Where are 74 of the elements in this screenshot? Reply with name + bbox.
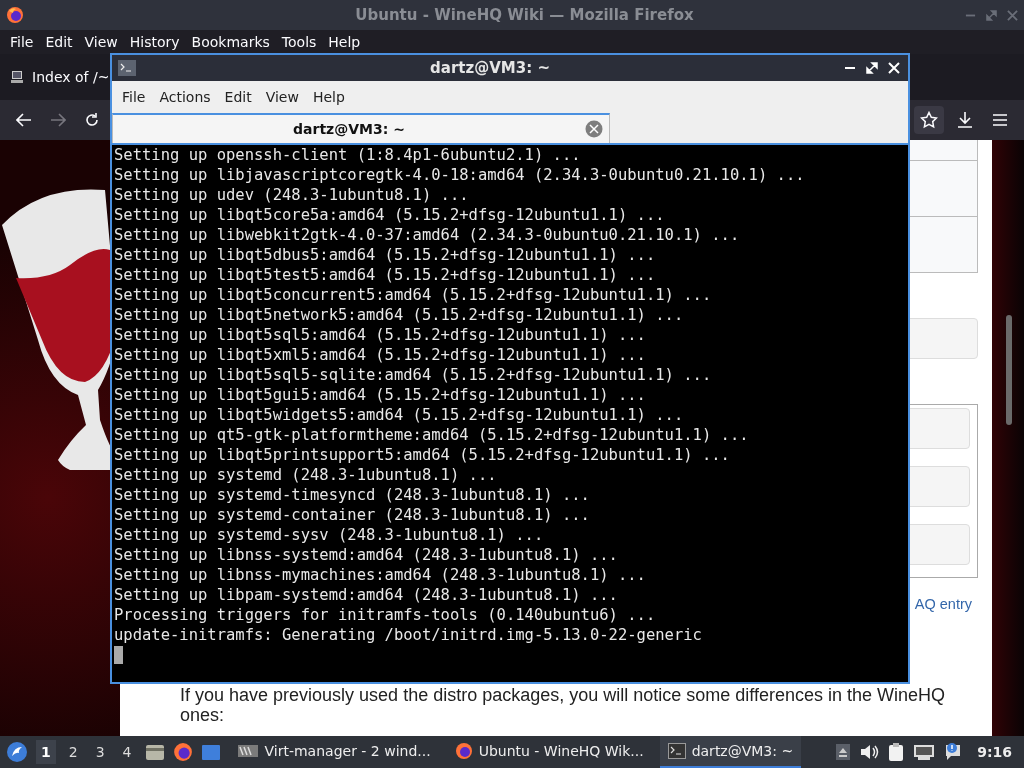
terminal-output-line: Setting up libqt5test5:amd64 (5.15.2+dfsg-12ubuntu1.1) ... (114, 265, 657, 285)
menu-item[interactable]: View (80, 32, 122, 52)
terminal-output-line: Setting up libqt5xml5:amd64 (5.15.2+dfsg-12ubuntu1.1) ... (114, 345, 647, 365)
computer-icon (10, 70, 24, 84)
terminal-output-line: Setting up libqt5widgets5:amd64 (5.15.2+dfsg-12ubuntu1.1) ... (114, 405, 685, 425)
terminal-output-line: Setting up libqt5dbus5:amd64 (5.15.2+dfsg-12ubuntu1.1) ... (114, 245, 657, 265)
window-title: Ubuntu - WineHQ Wiki — Mozilla Firefox (354, 6, 695, 24)
workspace-button[interactable]: 1 (36, 740, 56, 764)
terminal-tab[interactable]: dartz@VM3: ~ (112, 113, 610, 143)
menu-item[interactable]: History (125, 32, 184, 52)
taskbar-button[interactable]: Virt-manager - 2 wind... (228, 736, 439, 768)
folder-icon[interactable] (144, 743, 165, 761)
terminal-output-line: Setting up libnss-systemd:amd64 (248.3-1ubuntu8.1) ... (114, 545, 619, 565)
terminal-output-line: Setting up systemd-sysv (248.3-1ubuntu8.1) ... (114, 525, 545, 545)
terminal-output-line: Setting up udev (248.3-1ubuntu8.1) ... (114, 185, 470, 205)
firefox-logo-icon (6, 6, 24, 24)
menu-item[interactable]: File (116, 87, 152, 107)
terminal-output-line: Setting up libwebkit2gtk-4.0-37:amd64 (2.34.3-0ubuntu0.21.10.1) ... (114, 225, 741, 245)
paragraph: If you have previously used the distro packages, you will notice some differences in the WineHQ ones: (180, 685, 947, 725)
faq-link[interactable]: AQ entry (914, 596, 972, 612)
menu-item[interactable]: Help (324, 32, 365, 52)
menu-item[interactable]: Edit (41, 32, 77, 52)
workspace-button[interactable]: 4 (117, 740, 137, 764)
workspace-button[interactable]: 2 (63, 740, 83, 764)
reload-icon[interactable] (84, 112, 100, 128)
terminal-output-line: Setting up openssh-client (1:8.4p1-6ubuntu2.1) ... (114, 145, 582, 165)
workspace-button[interactable]: 3 (90, 740, 110, 764)
eject-icon[interactable] (835, 743, 852, 761)
terminal-output-line: Setting up libqt5concurrent5:amd64 (5.15.2+dfsg-12ubuntu1.1) ... (114, 285, 713, 305)
firefox-icon[interactable] (172, 742, 193, 762)
terminal-output-line: Setting up libqt5core5a:amd64 (5.15.2+dfsg-12ubuntu1.1) ... (114, 205, 666, 225)
taskbar-button[interactable]: dartz@VM3: ~ (659, 736, 802, 768)
menu-item[interactable]: View (259, 87, 305, 107)
terminal-output-line: Setting up libqt5sql5-sqlite:amd64 (5.15.2+dfsg-12ubuntu1.1) ... (114, 365, 713, 385)
terminal-icon (667, 743, 686, 759)
terminal-output-line: Setting up systemd (248.3-1ubuntu8.1) ... (114, 465, 498, 485)
start-menu-icon[interactable] (6, 741, 28, 763)
terminal-output-line: Setting up libpam-systemd:amd64 (248.3-1ubuntu8.1) ... (114, 585, 619, 605)
terminal-output-line: update-initramfs: Generating /boot/initrd.img-5.13.0-22-generic (114, 625, 703, 645)
close-tab-icon[interactable] (585, 120, 603, 138)
terminal-output-line: Setting up libjavascriptcoregtk-4.0-18:amd64 (2.34.3-0ubuntu0.21.10.1) ... (114, 165, 806, 185)
terminal-output-line: Setting up qt5-gtk-platformtheme:amd64 (5.15.2+dfsg-12ubuntu1.1) ... (114, 425, 750, 445)
window-title: dartz@VM3: ~ (429, 59, 551, 77)
forward-icon[interactable] (50, 113, 66, 127)
terminal-output-line: Setting up libqt5printsupport5:amd64 (5.15.2+dfsg-12ubuntu1.1) ... (114, 445, 731, 465)
menu-item[interactable]: Help (306, 87, 351, 107)
terminal-output-line: Setting up systemd-timesyncd (248.3-1ubuntu8.1) ... (114, 485, 591, 505)
virt-manager-icon (236, 744, 259, 758)
menu-item[interactable]: Tools (277, 32, 321, 52)
browser-tab[interactable]: Index of /~ (10, 69, 110, 85)
scrollbar-thumb[interactable] (1006, 315, 1012, 425)
terminal-output-line: Setting up libnss-mymachines:amd64 (248.3-1ubuntu8.1) ... (114, 565, 647, 585)
menu-item[interactable]: Actions (153, 87, 217, 107)
terminal-output-line: Processing triggers for initramfs-tools (0.140ubuntu6) ... (114, 605, 657, 625)
network-icon[interactable] (913, 743, 936, 761)
menu-item[interactable]: Bookmarks (187, 32, 274, 52)
terminal-output-line: Setting up systemd-container (248.3-1ubuntu8.1) ... (114, 505, 591, 525)
menu-item[interactable]: Edit (218, 87, 258, 107)
menu-item[interactable]: File (6, 32, 38, 52)
bookmark-star-button[interactable] (914, 106, 944, 134)
menu-icon[interactable] (992, 113, 1008, 127)
clipboard-icon[interactable] (887, 742, 906, 762)
volume-icon[interactable] (859, 743, 880, 761)
text-cursor (114, 646, 123, 664)
terminal-output-line: Setting up libqt5network5:amd64 (5.15.2+dfsg-12ubuntu1.1) ... (114, 305, 685, 325)
terminal-output-line: Setting up libqt5sql5:amd64 (5.15.2+dfsg-12ubuntu1.1) ... (114, 325, 647, 345)
clock: 9:16 (976, 744, 1013, 760)
back-icon[interactable] (16, 113, 32, 127)
terminal-output-line: Setting up libqt5gui5:amd64 (5.15.2+dfsg-12ubuntu1.1) ... (114, 385, 647, 405)
window-icon[interactable] (200, 743, 221, 761)
taskbar-button[interactable]: Ubuntu - WineHQ Wik... (446, 736, 652, 768)
download-icon[interactable] (956, 111, 974, 129)
terminal-icon (118, 60, 136, 76)
firefox-icon (454, 742, 473, 760)
